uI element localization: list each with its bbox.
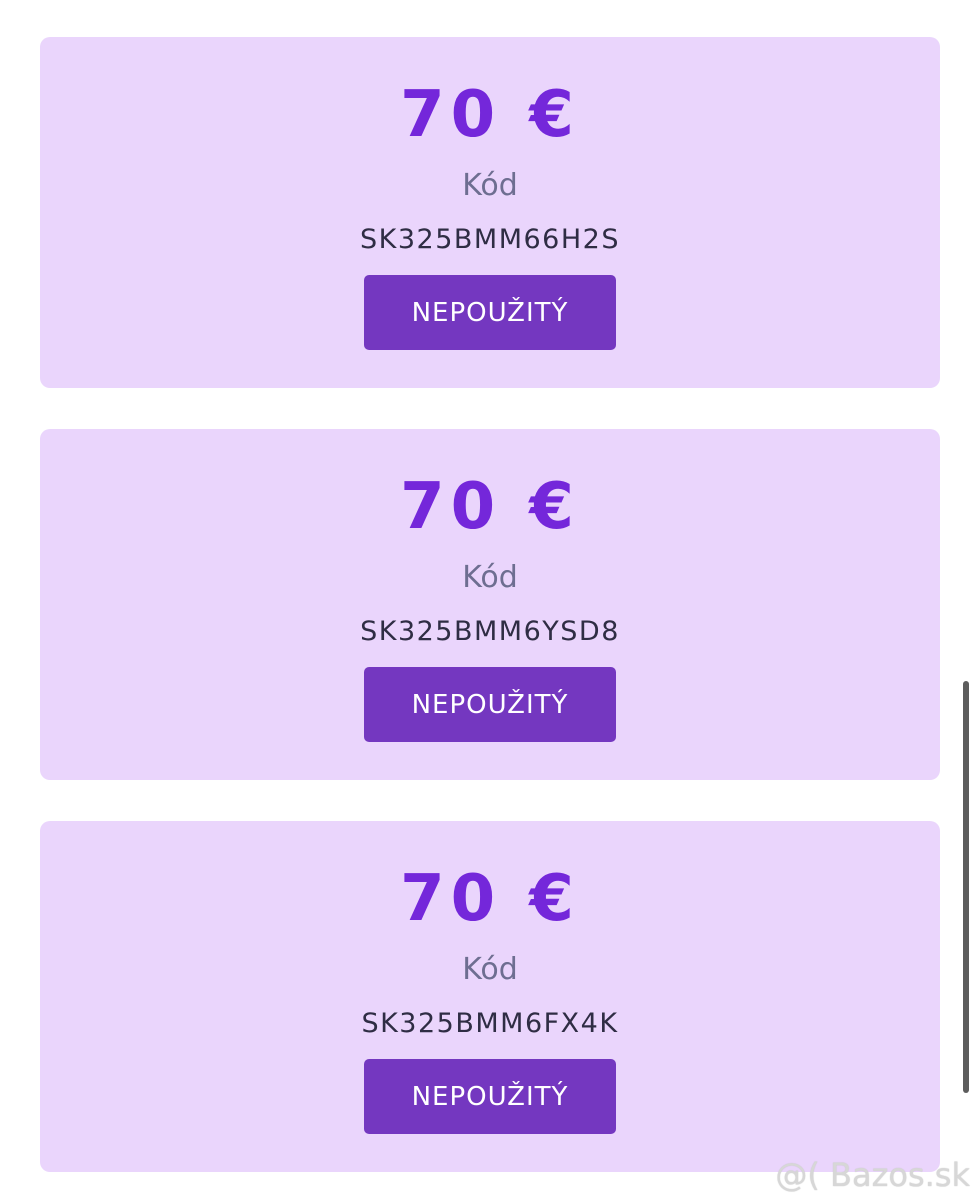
vertical-scrollbar[interactable]	[963, 681, 969, 1093]
voucher-code: SK325BMM6FX4K	[361, 1008, 619, 1039]
bazos-watermark: @( Bazos.sk	[775, 1156, 970, 1194]
voucher-code-label: Kód	[462, 168, 518, 203]
voucher-card: 70 € Kód SK325BMM6FX4K NEPOUŽITÝ	[40, 821, 940, 1172]
voucher-code: SK325BMM6YSD8	[360, 616, 620, 647]
voucher-card: 70 € Kód SK325BMM66H2S NEPOUŽITÝ	[40, 37, 940, 388]
voucher-amount: 70 €	[400, 470, 580, 544]
voucher-card: 70 € Kód SK325BMM6YSD8 NEPOUŽITÝ	[40, 429, 940, 780]
voucher-list-page: 70 € Kód SK325BMM66H2S NEPOUŽITÝ 70 € Kó…	[0, 0, 980, 1200]
voucher-status-button[interactable]: NEPOUŽITÝ	[364, 1059, 616, 1134]
voucher-status-button[interactable]: NEPOUŽITÝ	[364, 275, 616, 350]
voucher-code-label: Kód	[462, 560, 518, 595]
voucher-code-label: Kód	[462, 952, 518, 987]
voucher-code: SK325BMM66H2S	[360, 224, 620, 255]
voucher-status-button[interactable]: NEPOUŽITÝ	[364, 667, 616, 742]
voucher-amount: 70 €	[400, 78, 580, 152]
voucher-amount: 70 €	[400, 862, 580, 936]
